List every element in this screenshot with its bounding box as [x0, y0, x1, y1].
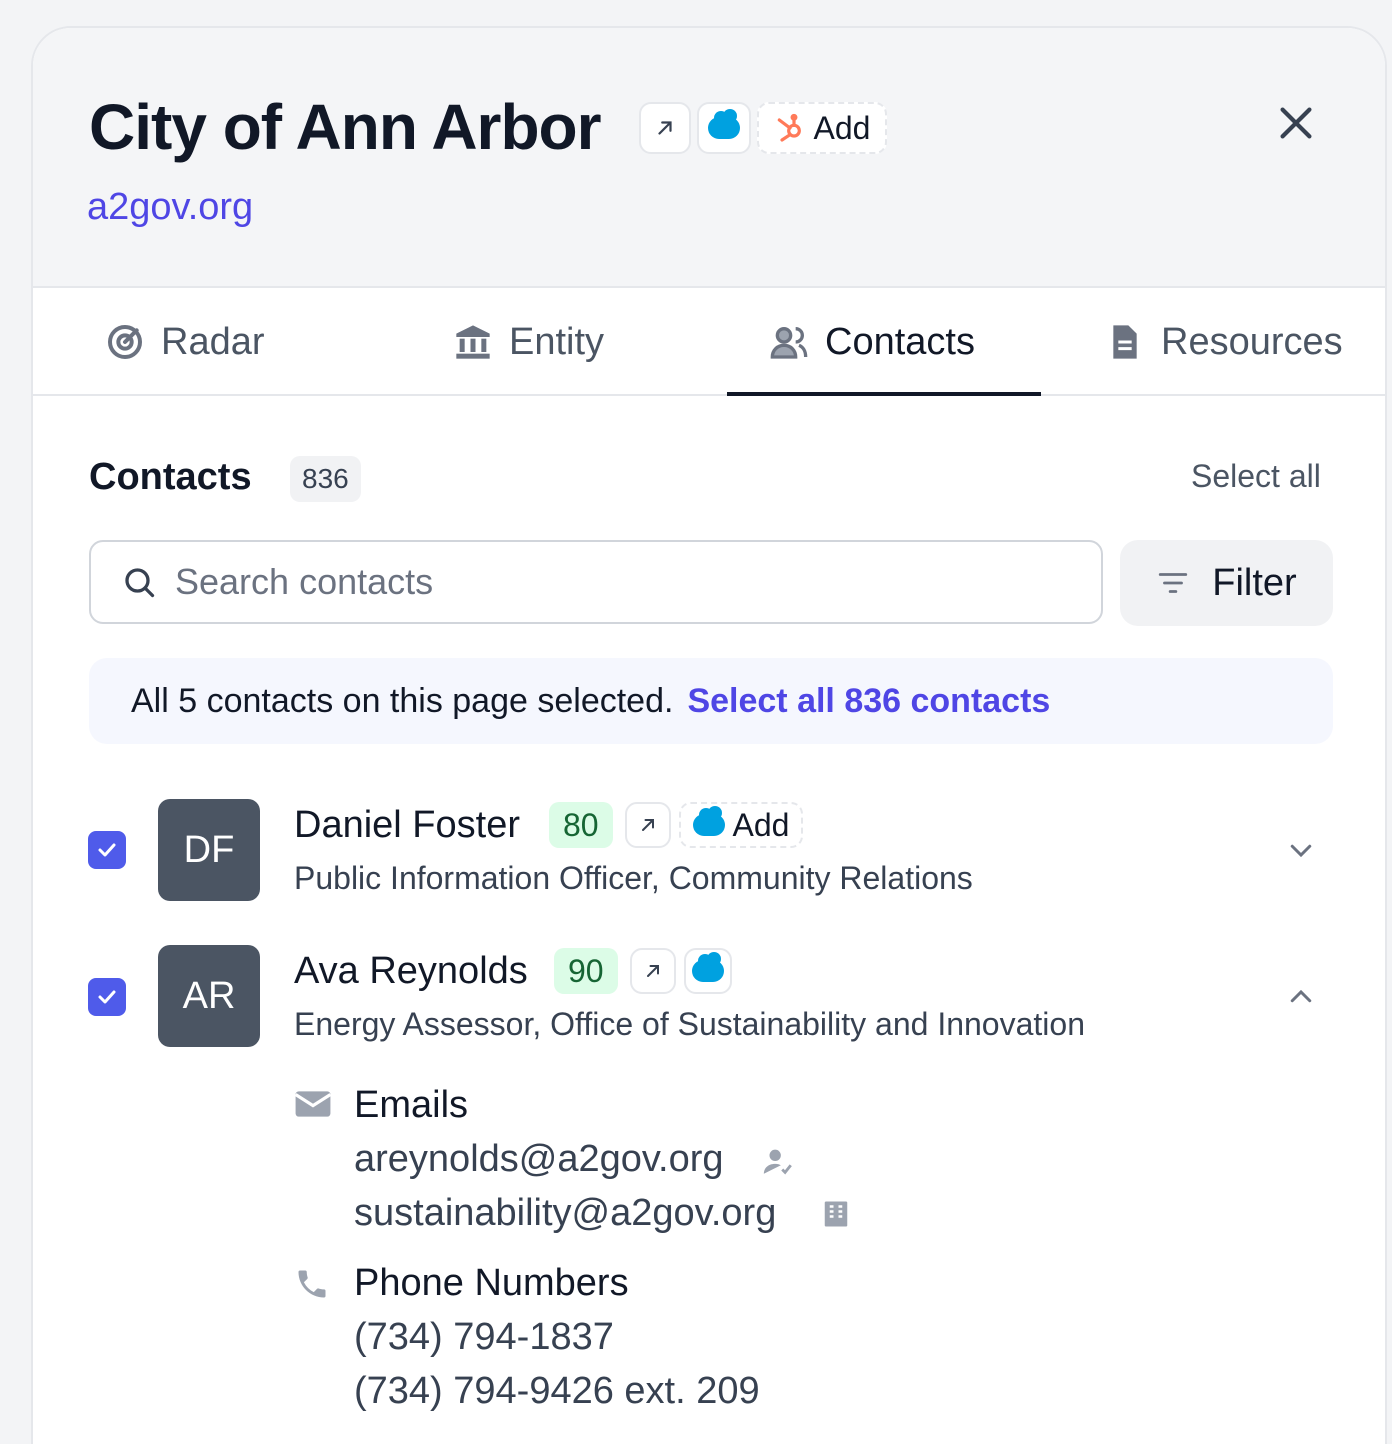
mail-icon [294, 1091, 332, 1117]
contact-title: Energy Assessor, Office of Sustainabilit… [294, 1006, 1085, 1042]
contact-open-button[interactable] [630, 948, 676, 994]
salesforce-add-label: Add [732, 806, 790, 843]
select-all-contacts-link[interactable]: Select all 836 contacts [687, 682, 1050, 721]
contact-salesforce-button[interactable] [684, 948, 732, 994]
entity-panel: City of Ann Arbor a2gov.org Add Radar En… [31, 26, 1387, 1444]
tab-entity[interactable]: Entity [453, 288, 604, 396]
contact-score-badge: 90 [554, 948, 618, 994]
filter-button[interactable]: Filter [1120, 540, 1333, 626]
arrow-up-right-icon [642, 819, 654, 831]
email-address[interactable]: areynolds@a2gov.org [354, 1138, 724, 1181]
check-icon [98, 990, 116, 1004]
salesforce-icon [692, 806, 725, 836]
email-address[interactable]: sustainability@a2gov.org [354, 1192, 776, 1235]
phone-number[interactable]: (734) 794-9426 ext. 209 [354, 1370, 760, 1413]
avatar: DF [158, 799, 260, 901]
filter-label: Filter [1212, 561, 1297, 604]
personal-contact-icon [763, 1149, 792, 1175]
tab-entity-label: Entity [509, 320, 605, 363]
contact-open-button[interactable] [625, 802, 671, 848]
chevron-down-icon[interactable] [1286, 835, 1316, 865]
selection-banner: All 5 contacts on this page selected. Se… [89, 658, 1333, 744]
contact-checkbox[interactable] [88, 831, 126, 869]
check-icon [98, 843, 116, 857]
contact-title: Public Information Officer, Community Re… [294, 860, 973, 896]
filter-icon [1159, 573, 1188, 593]
search-icon [125, 568, 155, 598]
phone-icon [298, 1270, 326, 1298]
contact-name: Daniel Foster [294, 804, 520, 846]
bank-icon [453, 322, 493, 362]
arrow-up-right-icon [647, 965, 659, 977]
chevron-up-icon[interactable] [1286, 982, 1316, 1012]
panel-header: City of Ann Arbor a2gov.org Add [33, 28, 1385, 288]
hubspot-add-label: Add [813, 109, 871, 146]
entity-domain-link[interactable]: a2gov.org [87, 186, 253, 229]
phones-heading: Phone Numbers [354, 1262, 629, 1304]
tab-radar[interactable]: Radar [105, 288, 265, 396]
entity-name: City of Ann Arbor [89, 91, 602, 163]
section-title: Contacts [89, 456, 252, 498]
close-icon [1280, 107, 1312, 139]
salesforce-icon [708, 109, 740, 139]
close-button[interactable] [1273, 100, 1319, 146]
open-external-button[interactable] [639, 102, 691, 154]
tab-resources-label: Resources [1161, 320, 1343, 363]
phone-number[interactable]: (734) 794-1837 [354, 1316, 614, 1359]
hubspot-icon [777, 113, 801, 142]
contact-score-badge: 80 [549, 802, 613, 848]
search-box [89, 540, 1103, 624]
select-all-button[interactable]: Select all [1191, 458, 1321, 495]
arrow-up-right-icon [658, 121, 672, 135]
tab-contacts-label: Contacts [825, 320, 975, 363]
radar-icon [105, 322, 145, 362]
salesforce-icon [692, 952, 724, 982]
users-icon [769, 322, 809, 362]
emails-heading: Emails [354, 1084, 469, 1126]
tab-radar-label: Radar [161, 320, 265, 363]
avatar: AR [158, 945, 260, 1047]
hubspot-add-button[interactable]: Add [757, 102, 887, 154]
selection-banner-text: All 5 contacts on this page selected. [131, 681, 674, 720]
document-icon [1105, 322, 1145, 362]
search-input[interactable] [175, 561, 1055, 603]
tab-resources[interactable]: Resources [1105, 288, 1343, 396]
contacts-count-badge: 836 [290, 456, 361, 502]
active-tab-indicator [727, 392, 1041, 396]
contact-checkbox[interactable] [88, 978, 126, 1016]
contact-salesforce-add-button[interactable]: Add [679, 802, 803, 848]
building-icon [824, 1201, 848, 1227]
tab-contacts[interactable]: Contacts [769, 288, 975, 396]
contact-name: Ava Reynolds [294, 950, 528, 992]
salesforce-button[interactable] [697, 102, 751, 154]
tab-bar: Radar Entity Contacts Resources [33, 288, 1385, 396]
